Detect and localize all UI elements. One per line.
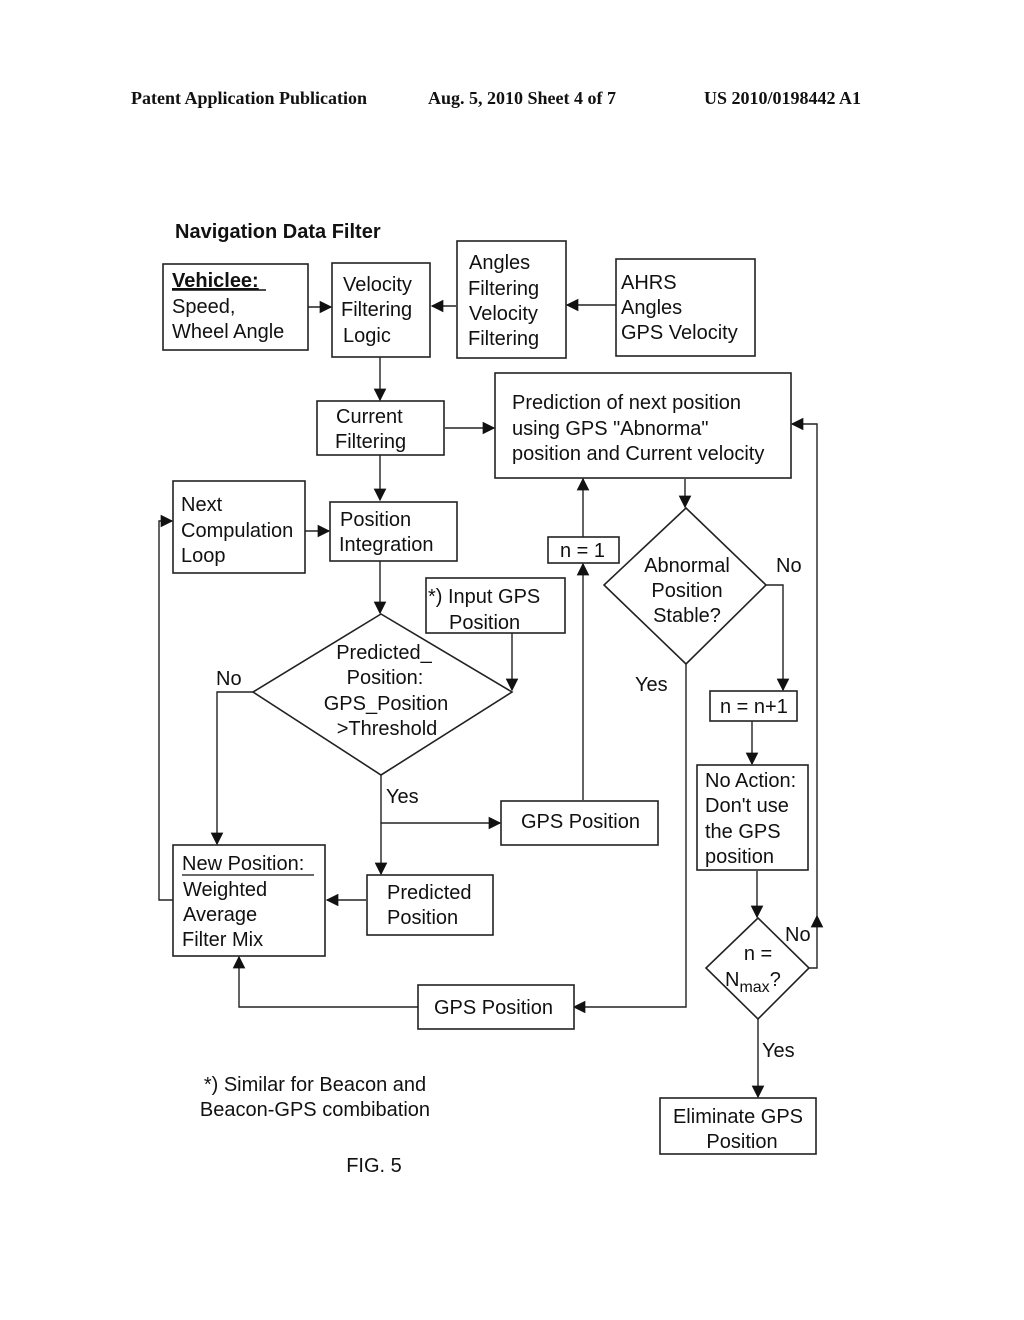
node-text: Angles: [621, 297, 682, 319]
node-text: position: [705, 846, 774, 868]
node-text: GPS Position: [434, 997, 553, 1019]
node-next-loop: Next Compulation Loop: [172, 480, 306, 574]
node-text: GPS Velocity: [621, 322, 738, 344]
node-new-position: New Position: Weighted Average Filter Mi…: [172, 844, 326, 957]
node-text: n =: [744, 943, 772, 965]
flowchart: Navigation Data Filter Vehiclee: Speed,: [158, 221, 824, 1177]
node-text: Wheel Angle: [172, 321, 284, 343]
edge-label-threshold-yes: Yes: [386, 786, 419, 808]
node-text: Average: [183, 904, 257, 926]
node-eliminate-gps: Eliminate GPS Position: [659, 1097, 817, 1155]
node-text: Predicted: [387, 882, 472, 904]
node-text: Position: [651, 580, 722, 602]
node-text: n = n+1: [720, 696, 788, 718]
node-text: Filter Mix: [182, 929, 263, 951]
footnote-line-1: *) Similar for Beacon and: [204, 1074, 426, 1096]
node-text: Current: [336, 406, 403, 428]
node-text: GPS_Position: [324, 693, 449, 715]
node-text: No Action:: [705, 770, 796, 792]
node-text: Logic: [343, 325, 391, 347]
node-text: Position:: [347, 667, 424, 689]
node-text: Stable?: [653, 605, 721, 627]
node-threshold-decision: Predicted_ Position: GPS_Position >Thres…: [251, 613, 514, 776]
node-text: GPS Position: [521, 811, 640, 833]
node-text: Prediction of next position: [512, 392, 741, 414]
node-gps-position-1: GPS Position: [500, 800, 659, 846]
node-text: Filtering: [468, 278, 539, 300]
node-new-position-heading: New Position:: [182, 853, 304, 875]
node-no-action: No Action: Don't use the GPS position: [696, 764, 809, 871]
node-text: Filtering: [341, 299, 412, 321]
figure-title: Navigation Data Filter: [175, 221, 381, 243]
node-angles-velocity-filtering: Angles Filtering Velocity Filtering: [456, 240, 567, 359]
node-text: Compulation: [181, 520, 293, 542]
edge-label-threshold-no: No: [216, 668, 242, 690]
node-text: n = 1: [560, 540, 605, 562]
edge-newpos-to-loop: [158, 514, 174, 901]
node-text: Predicted_: [336, 642, 432, 664]
n-max-question: ?: [770, 969, 781, 991]
node-text: Position: [706, 1131, 777, 1153]
node-ahrs: AHRS Angles GPS Velocity: [615, 258, 756, 357]
node-velocity-filtering-logic: Velocity Filtering Logic: [331, 262, 431, 358]
node-predicted-position: Predicted Position: [366, 874, 494, 936]
node-n-equals-1: n = 1: [547, 536, 620, 564]
node-text: Weighted: [183, 879, 267, 901]
node-position-integration: Position Integration: [329, 501, 458, 562]
node-text: AHRS: [621, 272, 677, 294]
node-text: Filtering: [468, 328, 539, 350]
node-vehicle-heading: Vehiclee:: [172, 270, 259, 292]
node-text: >Threshold: [337, 718, 438, 740]
node-text: Don't use: [705, 795, 789, 817]
node-text: Angles: [469, 252, 530, 274]
node-text: *) Input GPS: [428, 586, 540, 608]
node-vehicle: Vehiclee: Speed, Wheel Angle: [162, 263, 309, 351]
node-current-filtering: Current Filtering: [316, 400, 445, 456]
node-text: Velocity: [343, 274, 412, 296]
node-text: position and Current velocity: [512, 443, 764, 465]
edge-label-abnormal-yes: Yes: [635, 674, 668, 696]
n-max-subscript: max: [739, 979, 769, 996]
node-text: Loop: [181, 545, 226, 567]
footnote-line-2: Beacon-GPS combibation: [200, 1099, 430, 1121]
node-n-increment: n = n+1: [709, 690, 798, 722]
edge-label-abnormal-no: No: [776, 555, 802, 577]
figure-caption: FIG. 5: [346, 1155, 402, 1177]
edge-threshold-no-to-newpos: [210, 691, 253, 846]
node-text: Position: [449, 612, 520, 634]
node-prediction: Prediction of next position using GPS "A…: [494, 372, 792, 479]
edge-abnormal-no-to-increment: [766, 584, 790, 692]
edge-gps2-to-newpos: [232, 955, 418, 1008]
n-max-symbol: N: [725, 969, 739, 991]
node-text: Abnormal: [644, 555, 730, 577]
node-text: Next: [181, 494, 223, 516]
edge-label-nmax-yes: Yes: [762, 1040, 795, 1062]
node-input-gps: *) Input GPS Position: [425, 577, 566, 634]
node-text: Filtering: [335, 431, 406, 453]
node-text: Eliminate GPS: [673, 1106, 803, 1128]
node-abnormal-stable: Abnormal Position Stable?: [602, 506, 768, 666]
node-text: Speed,: [172, 296, 235, 318]
node-text: Position: [387, 907, 458, 929]
node-text: the GPS: [705, 821, 781, 843]
node-text: using GPS "Abnorma": [512, 418, 709, 440]
node-text: Velocity: [469, 303, 538, 325]
node-gps-position-2: GPS Position: [417, 984, 575, 1030]
node-text: Integration: [339, 534, 434, 556]
node-text: Position: [340, 509, 411, 531]
edge-label-nmax-no: No: [785, 924, 811, 946]
